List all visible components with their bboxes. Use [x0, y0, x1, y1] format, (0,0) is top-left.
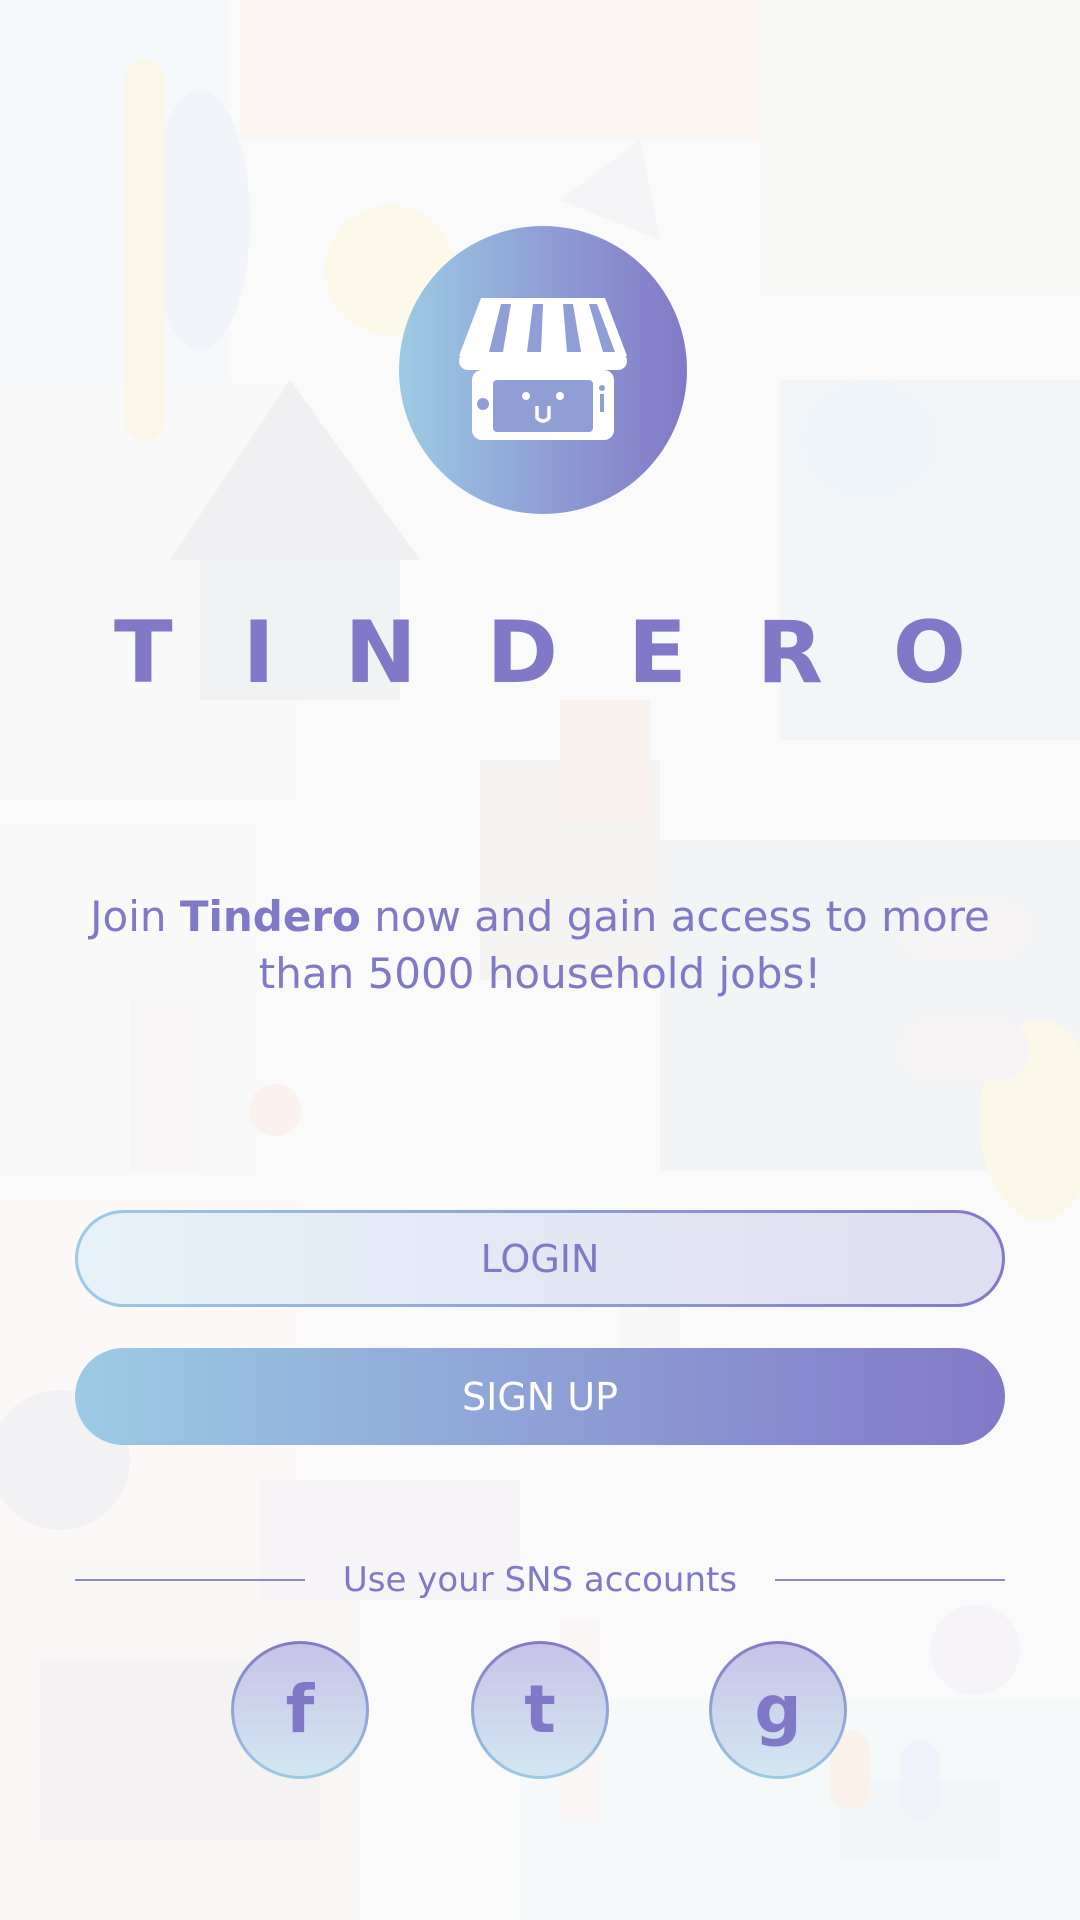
signup-button[interactable]: SIGN UP: [75, 1348, 1005, 1445]
login-button[interactable]: LOGIN: [75, 1210, 1005, 1307]
twitter-icon: t: [524, 1671, 556, 1748]
sns-divider: Use your SNS accounts: [75, 1556, 1005, 1604]
google-icon: g: [754, 1671, 802, 1748]
facebook-icon: f: [285, 1671, 315, 1748]
tagline-suffix: now and gain access to more than 5000 ho…: [258, 892, 990, 998]
divider-line-left: [75, 1579, 305, 1581]
divider-line-right: [775, 1579, 1005, 1581]
facebook-login-button[interactable]: f: [231, 1641, 369, 1779]
app-logo: [399, 226, 687, 514]
sns-divider-label: Use your SNS accounts: [342, 1560, 738, 1600]
signup-button-label: SIGN UP: [461, 1374, 618, 1419]
tagline-prefix: Join: [90, 892, 180, 941]
welcome-screen: TINDERO Join Tindero now and gain access…: [0, 0, 1080, 1920]
storefront-icon: [457, 296, 629, 445]
app-title: TINDERO: [113, 603, 1037, 703]
tagline: Join Tindero now and gain access to more…: [90, 888, 990, 1002]
twitter-login-button[interactable]: t: [471, 1641, 609, 1779]
tagline-brand: Tindero: [179, 892, 361, 941]
login-button-label: LOGIN: [480, 1236, 600, 1281]
google-login-button[interactable]: g: [709, 1641, 847, 1779]
